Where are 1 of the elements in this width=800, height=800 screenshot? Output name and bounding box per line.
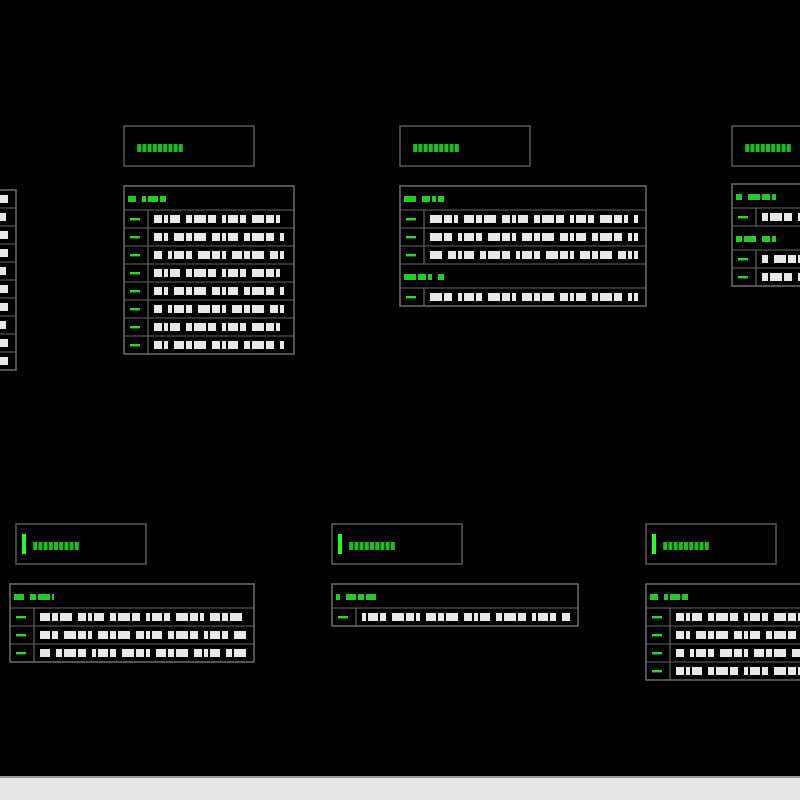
legend-table-drawing [731,183,800,287]
